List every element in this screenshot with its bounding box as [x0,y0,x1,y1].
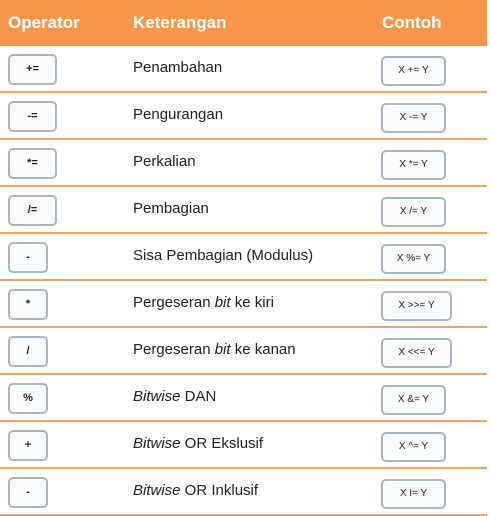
table-row: += Penambahan X += Y [0,46,487,93]
table-row: - Sisa Pembagian (Modulus) X %= Y [0,234,487,281]
row-description: Bitwise OR Ekslusif [133,435,264,452]
example-box[interactable]: X <<= Y [381,338,452,368]
table-row: / Pergeseran bit ke kanan X <<= Y [0,328,487,375]
table-row: *= Perkalian X *= Y [0,140,487,187]
example-box[interactable]: X /= Y [381,197,446,227]
example-box[interactable]: X ^= Y [381,432,446,462]
operator-button[interactable]: - [8,477,48,508]
operator-button[interactable]: /= [8,195,57,226]
example-box[interactable]: X I= Y [381,479,446,509]
operator-table: Operator Keterangan Contoh += Penambahan… [0,0,487,516]
row-description: Sisa Pembagian (Modulus) [133,247,314,264]
operator-button[interactable]: += [8,54,57,85]
table-row: -= Pengurangan X -= Y [0,93,487,140]
table-row: /= Pembagian X /= Y [0,187,487,234]
operator-button[interactable]: % [8,383,48,414]
example-box[interactable]: X *= Y [381,150,446,180]
example-box[interactable]: X += Y [381,56,446,86]
table-row: * Pergeseran bit ke kiri X >>= Y [0,281,487,328]
header-contoh: Contoh [382,13,442,32]
example-box[interactable]: X &= Y [381,385,446,415]
row-description: Pengurangan [133,106,224,123]
operator-button[interactable]: *= [8,148,57,179]
operator-button[interactable]: * [8,289,48,320]
example-box[interactable]: X -= Y [381,103,446,133]
table-row: % Bitwise DAN X &= Y [0,375,487,422]
operator-button[interactable]: -= [8,101,57,132]
row-description: Penambahan [133,59,223,76]
table-header: Operator Keterangan Contoh [0,0,487,46]
row-description: Pergeseran bit ke kiri [133,294,274,311]
row-description: Pergeseran bit ke kanan [133,341,296,358]
operator-button[interactable]: / [8,336,48,367]
operator-button[interactable]: - [8,242,48,273]
operator-button[interactable]: + [8,430,48,461]
header-keterangan: Keterangan [133,13,227,32]
row-description: Bitwise DAN [133,388,217,405]
table-row: - Bitwise OR Inklusif X I= Y [0,469,487,516]
header-operator: Operator [8,13,80,32]
row-description: Bitwise OR Inklusif [133,482,259,499]
row-description: Perkalian [133,153,196,170]
row-description: Pembagian [133,200,209,217]
example-box[interactable]: X >>= Y [381,291,452,321]
example-box[interactable]: X %= Y [381,244,446,274]
table-row: + Bitwise OR Ekslusif X ^= Y [0,422,487,469]
